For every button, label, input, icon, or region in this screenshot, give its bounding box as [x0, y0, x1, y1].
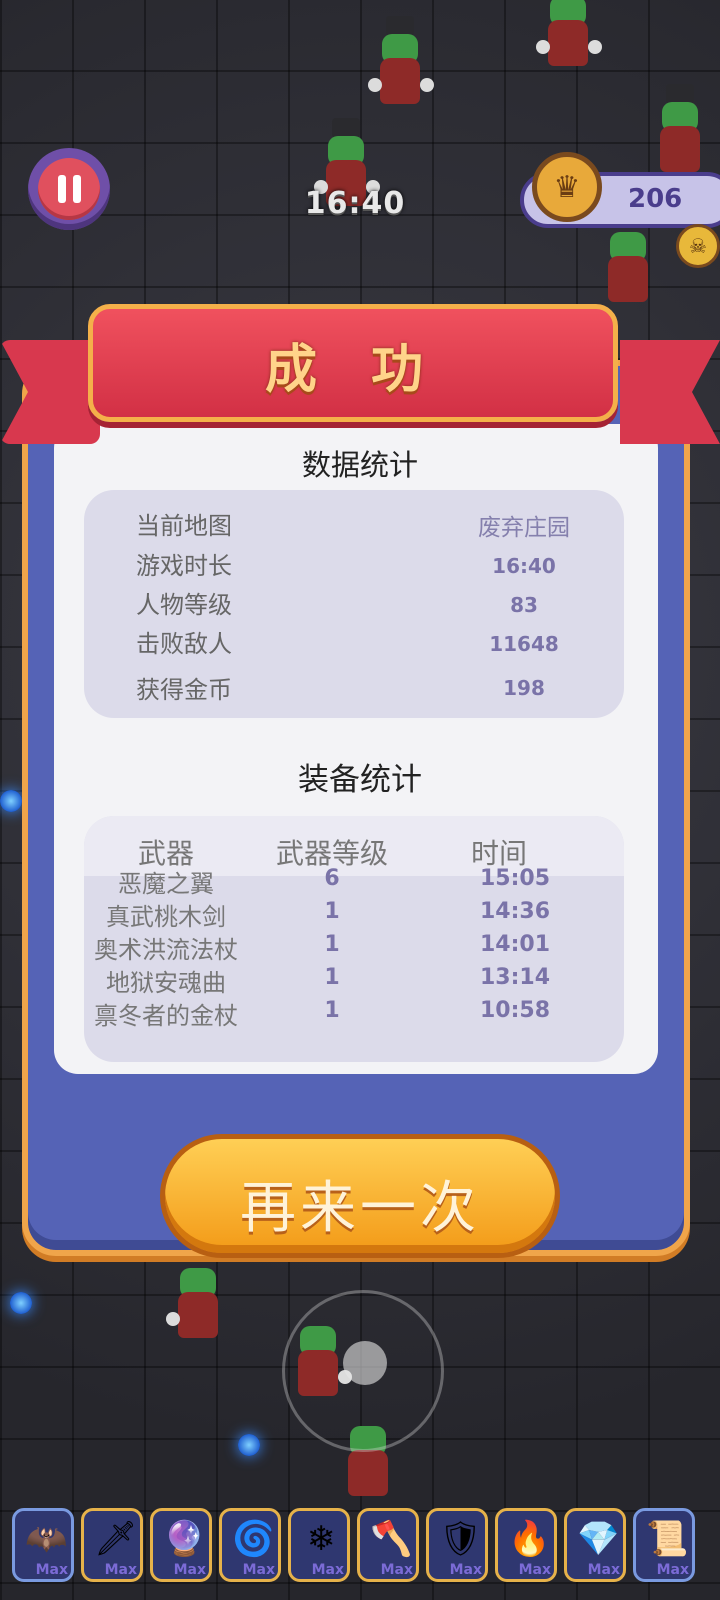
demon-wings-icon: 🦇	[25, 1519, 68, 1559]
max-badge: Max	[518, 1562, 551, 1578]
weapon-slot: 🦇 Max	[12, 1508, 74, 1582]
scroll-icon: 📜	[646, 1519, 689, 1559]
max-badge: Max	[104, 1562, 137, 1578]
weapon-level: 1	[324, 899, 340, 924]
stat-row-duration: 游戏时长 16:40	[84, 546, 624, 586]
stat-value: 废弃庄园	[478, 515, 570, 541]
weapon-slot: 🗡 Max	[81, 1508, 143, 1582]
hell-requiem-icon: 🌀	[232, 1519, 275, 1559]
stat-label: 人物等级	[136, 591, 232, 619]
game-timer: 16:40	[304, 186, 406, 221]
torch-icon: 🔥	[508, 1519, 551, 1559]
title-ribbon: 成 功	[88, 304, 618, 422]
max-badge: Max	[311, 1562, 344, 1578]
weapon-name: 真武桃木剑	[106, 903, 226, 931]
weapon-level: 6	[324, 866, 340, 891]
max-badge: Max	[35, 1562, 68, 1578]
stat-value: 11648	[489, 632, 559, 656]
stats-card: 当前地图 废弃庄园 游戏时长 16:40 人物等级 83 击败敌人 11648 …	[84, 490, 624, 718]
experience-orb	[10, 1292, 32, 1314]
stat-label: 游戏时长	[136, 552, 232, 580]
virtual-joystick[interactable]	[282, 1290, 444, 1452]
weapon-slot: 🔥 Max	[495, 1508, 557, 1582]
zombie-enemy	[536, 0, 602, 80]
zombie-enemy	[600, 226, 660, 316]
max-badge: Max	[242, 1562, 275, 1578]
peach-sword-icon: 🗡	[94, 1519, 138, 1559]
table-row: 禀冬者的金杖 1 10:58	[84, 996, 624, 1030]
stat-row-map: 当前地图 废弃庄园	[84, 506, 624, 546]
stat-row-kills: 击败敌人 11648	[84, 624, 624, 664]
zombie-enemy	[166, 1262, 230, 1352]
weapon-time: 15:05	[479, 866, 551, 891]
weapon-level: 1	[324, 998, 340, 1023]
pause-button[interactable]	[28, 148, 110, 230]
weapon-slot: 🛡 Max	[426, 1508, 488, 1582]
weapon-bar: 🦇 Max 🗡 Max 🔮 Max 🌀 Max ❄ Max 🪓 Max 🛡 Max 🔥 Max …	[12, 1508, 712, 1584]
weapon-time: 14:01	[479, 932, 551, 957]
stat-label: 击败敌人	[136, 630, 232, 658]
weapon-slot: ❄ Max	[288, 1508, 350, 1582]
retry-button-label: 再来一次	[240, 1176, 480, 1241]
weapon-slot: 🌀 Max	[219, 1508, 281, 1582]
weapon-name: 地狱安魂曲	[106, 969, 226, 997]
crown-icon: ♛	[532, 152, 602, 222]
pause-icon	[38, 158, 100, 220]
weapon-level: 1	[324, 965, 340, 990]
axe-icon: 🪓	[370, 1519, 413, 1559]
coin-count: 206	[628, 184, 683, 214]
max-badge: Max	[587, 1562, 620, 1578]
stat-label: 当前地图	[136, 512, 232, 540]
equipment-table: 武器 武器等级 时间 恶魔之翼 6 15:05 真武桃木剑 1 14:36 奥术…	[84, 816, 624, 1062]
weapon-slot: 🔮 Max	[150, 1508, 212, 1582]
shield-icon: 🛡	[439, 1519, 483, 1559]
weapon-name: 禀冬者的金杖	[94, 1002, 238, 1030]
stat-label: 获得金币	[136, 676, 232, 704]
weapon-time: 13:14	[479, 965, 551, 990]
arcane-staff-icon: 🔮	[163, 1519, 206, 1559]
table-row: 地狱安魂曲 1 13:14	[84, 963, 624, 997]
experience-orb	[238, 1434, 260, 1456]
weapon-slot: 📜 Max	[633, 1508, 695, 1582]
weapon-slot: 💎 Max	[564, 1508, 626, 1582]
crystal-icon: 💎	[577, 1519, 620, 1559]
equipment-section-title: 装备统计	[298, 762, 422, 798]
stat-row-gold: 获得金币 198	[84, 670, 624, 710]
stats-section-title: 数据统计	[301, 448, 418, 482]
table-row: 真武桃木剑 1 14:36	[84, 897, 624, 931]
stat-value: 16:40	[492, 554, 556, 578]
weapon-time: 14:36	[479, 899, 551, 924]
max-badge: Max	[656, 1562, 689, 1578]
stat-value: 198	[503, 676, 545, 700]
weapon-time: 10:58	[479, 998, 551, 1023]
weapon-name: 恶魔之翼	[118, 870, 214, 898]
retry-button[interactable]: 再来一次	[160, 1134, 560, 1258]
max-badge: Max	[173, 1562, 206, 1578]
stat-row-level: 人物等级 83	[84, 585, 624, 625]
max-badge: Max	[449, 1562, 482, 1578]
frost-scepter-icon: ❄	[306, 1519, 336, 1559]
max-badge: Max	[380, 1562, 413, 1578]
dialog-title: 成 功	[264, 340, 442, 400]
table-row: 恶魔之翼 6 15:05	[84, 864, 624, 898]
skull-icon: ☠	[676, 224, 720, 268]
weapon-level: 1	[324, 932, 340, 957]
weapon-slot: 🪓 Max	[357, 1508, 419, 1582]
stat-value: 83	[510, 593, 538, 617]
weapon-name: 奥术洪流法杖	[94, 936, 238, 964]
zombie-enemy	[368, 16, 434, 118]
joystick-knob[interactable]	[343, 1341, 387, 1385]
table-row: 奥术洪流法杖 1 14:01	[84, 930, 624, 964]
